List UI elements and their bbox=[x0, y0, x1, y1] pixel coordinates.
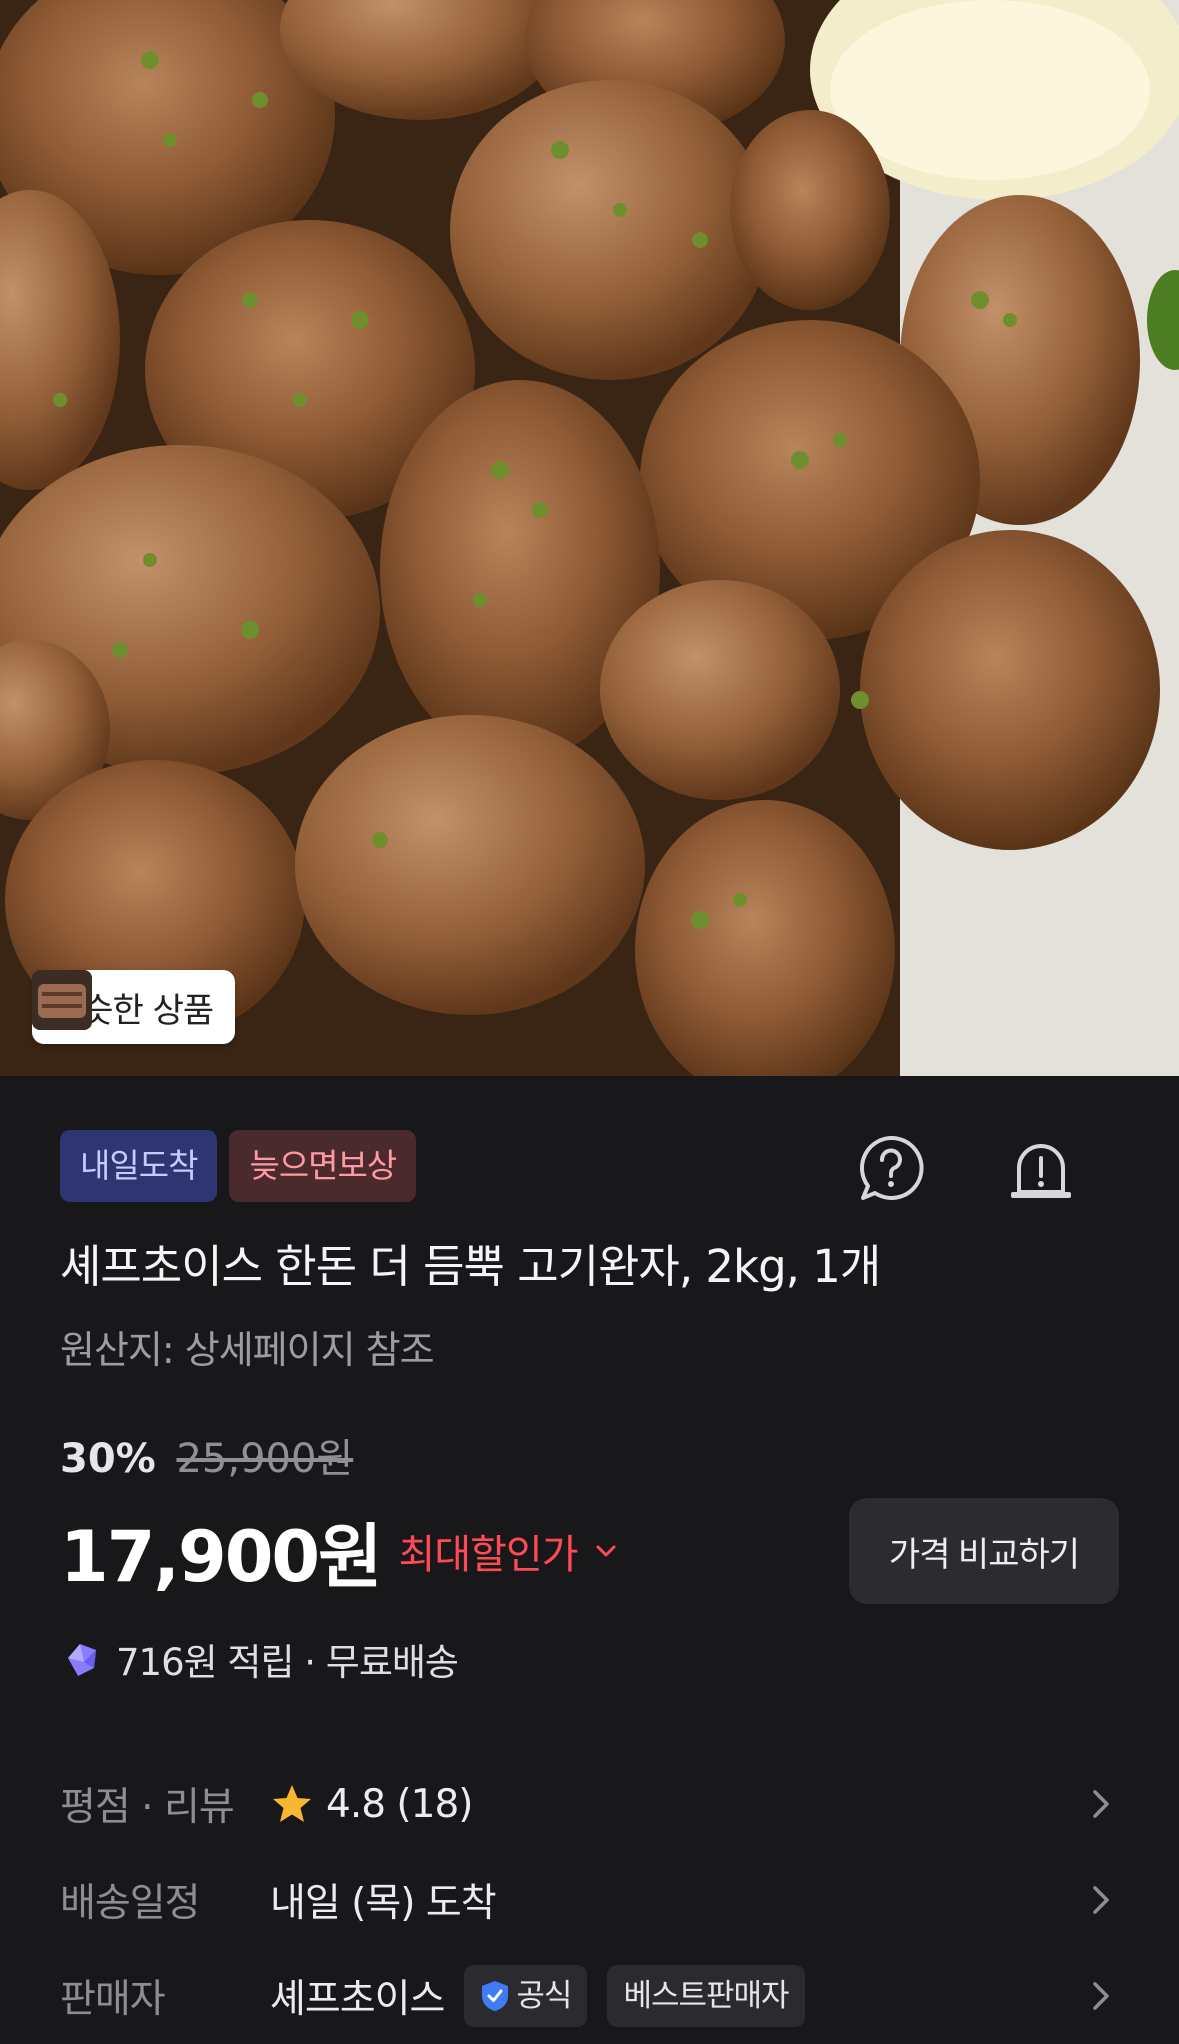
seller-row[interactable]: 판매자 셰프초이스 공식 베스트판매자 bbox=[60, 1948, 1119, 2044]
delivery-label: 배송일정 bbox=[60, 1881, 201, 1926]
grilled-meat-thumb bbox=[32, 970, 92, 1030]
badge-row: 내일도착 늦으면보상 bbox=[60, 1130, 1119, 1202]
rating-label: 평점 · 리뷰 bbox=[60, 1785, 235, 1830]
points-text: 716원 적립 · 무료배송 bbox=[116, 1641, 459, 1684]
official-badge: 공식 bbox=[464, 1965, 588, 2027]
chevron-right-icon bbox=[1093, 1886, 1109, 1914]
rating-row[interactable]: 평점 · 리뷰 4.8 (18) bbox=[60, 1756, 1119, 1852]
origin-text: 원산지: 상세페이지 참조 bbox=[60, 1328, 435, 1372]
discount-row: 30% 25,900원 bbox=[60, 1426, 1119, 1484]
discount-rate: 30% bbox=[60, 1436, 156, 1482]
best-seller-badge: 베스트판매자 bbox=[607, 1965, 805, 2027]
chevron-down-icon[interactable] bbox=[592, 1537, 620, 1565]
help-circle-icon[interactable] bbox=[853, 1130, 929, 1206]
similar-products-button[interactable]: 비슷한 상품 bbox=[32, 970, 236, 1044]
original-price: 25,900원 bbox=[176, 1436, 354, 1482]
delivery-value: 내일 (목) 도착 bbox=[270, 1881, 497, 1926]
meatball-photo bbox=[0, 0, 1179, 1076]
seller-name: 셰프초이스 bbox=[270, 1977, 445, 2022]
arrival-badge: 내일도착 bbox=[60, 1130, 218, 1202]
compare-price-button[interactable]: 가격 비교하기 bbox=[849, 1498, 1119, 1604]
info-list: 평점 · 리뷰 4.8 (18) 배송일정 내일 (목) 도착 판매자 셰프초이… bbox=[60, 1756, 1119, 2044]
max-discount-toggle[interactable]: 최대할인가 bbox=[399, 1522, 579, 1580]
shield-check-icon bbox=[482, 1981, 509, 2011]
sale-price: 17,900원 bbox=[60, 1515, 383, 1598]
seller-value-group: 셰프초이스 공식 베스트판매자 bbox=[270, 1965, 805, 2027]
product-title: 셰프초이스 한돈 더 듬뿍 고기완자, 2kg, 1개 bbox=[60, 1240, 881, 1293]
seller-label: 판매자 bbox=[60, 1977, 166, 2022]
product-image[interactable]: 비슷한 상품 bbox=[0, 0, 1179, 1076]
official-badge-label: 공식 bbox=[516, 1978, 572, 2014]
delivery-row[interactable]: 배송일정 내일 (목) 도착 bbox=[60, 1852, 1119, 1948]
star-icon bbox=[273, 1785, 311, 1822]
chevron-right-icon bbox=[1093, 1790, 1109, 1818]
rating-value: 4.8 (18) bbox=[326, 1781, 473, 1827]
siren-alert-icon[interactable] bbox=[1003, 1130, 1079, 1206]
chevron-right-icon bbox=[1093, 1982, 1109, 2010]
points-row: 716원 적립 · 무료배송 bbox=[60, 1632, 1119, 1686]
rating-value-group: 4.8 (18) bbox=[270, 1781, 473, 1827]
product-info: 내일도착 늦으면보상 셰프초이스 한돈 더 듬뿍 고기완자, 2kg, 1개 원… bbox=[0, 1130, 1179, 2044]
price-row: 17,900원 최대할인가 가격 비교하기 bbox=[60, 1498, 1119, 1604]
late-compensation-badge: 늦으면보상 bbox=[229, 1130, 417, 1202]
points-gem-icon bbox=[68, 1644, 96, 1676]
